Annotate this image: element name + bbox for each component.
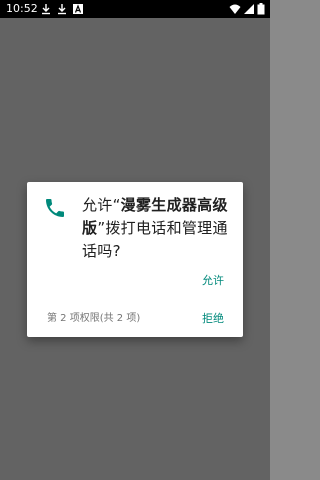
wifi-icon xyxy=(229,3,241,15)
download-icon xyxy=(56,3,68,15)
status-bar: 10:52 xyxy=(0,0,270,18)
download-icon xyxy=(40,3,52,15)
battery-icon xyxy=(257,3,265,15)
permission-dialog: 允许“漫雾生成器高级版”拨打电话和管理通话吗? 允许 第 2 项权限(共 2 项… xyxy=(27,182,243,337)
a-badge-icon xyxy=(72,3,84,15)
permission-message: 允许“漫雾生成器高级版”拨打电话和管理通话吗? xyxy=(82,194,232,263)
allow-button[interactable]: 允许 xyxy=(202,274,224,288)
status-time: 10:52 xyxy=(6,2,38,15)
message-prefix: 允许“ xyxy=(82,196,121,214)
phone-icon xyxy=(43,196,67,220)
deny-button[interactable]: 拒绝 xyxy=(202,312,224,326)
cellular-signal-icon xyxy=(243,3,255,15)
message-suffix: ”拨打电话和管理通话吗? xyxy=(82,219,228,260)
permission-counter: 第 2 项权限(共 2 项) xyxy=(47,313,141,324)
